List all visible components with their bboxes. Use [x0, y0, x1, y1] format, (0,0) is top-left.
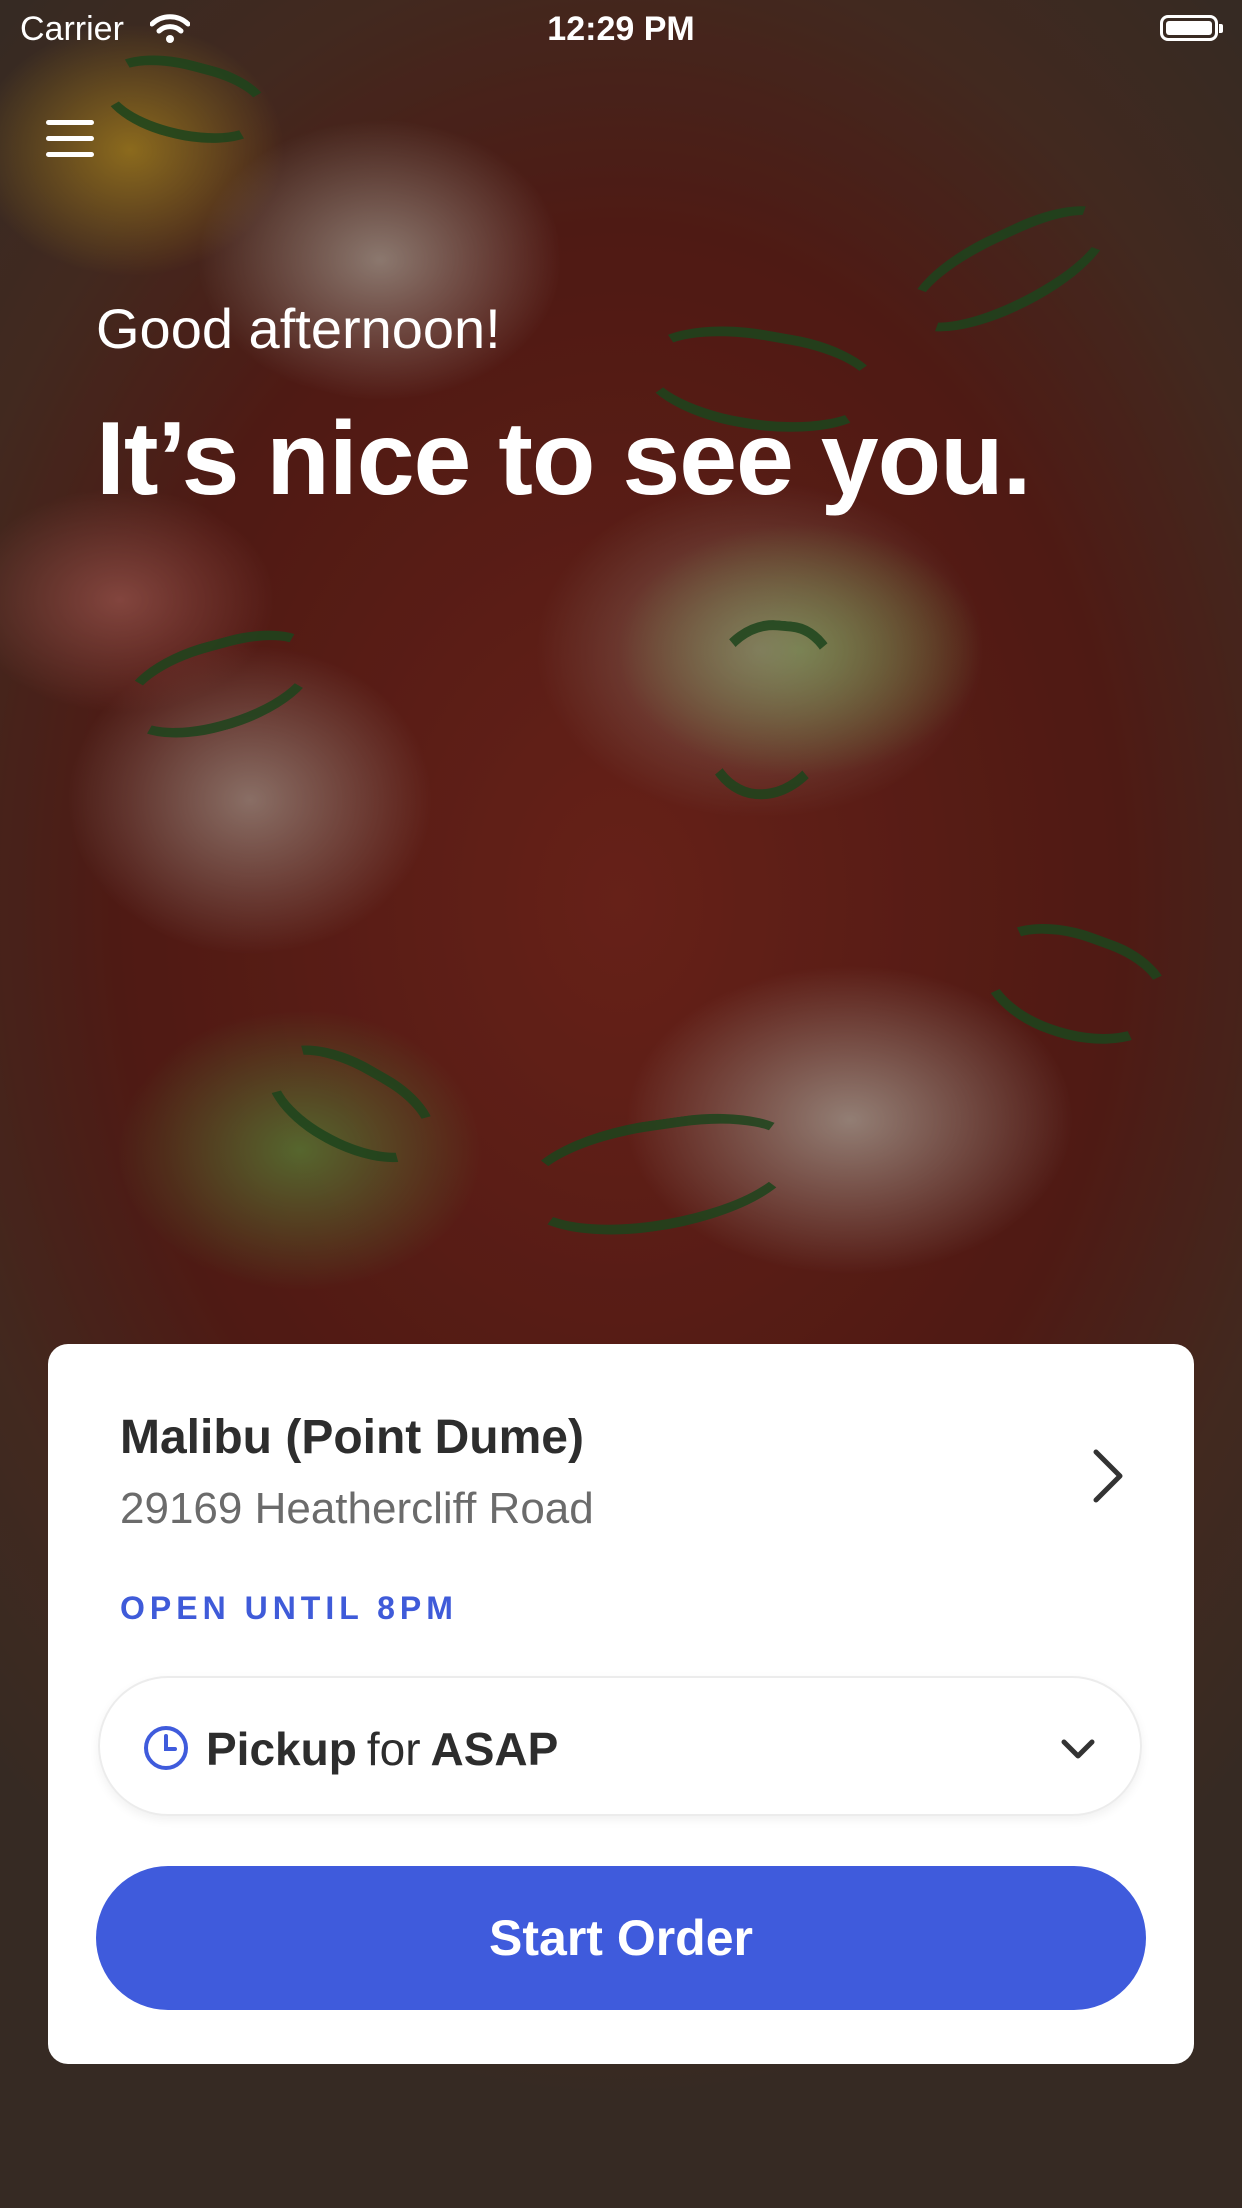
battery-icon — [1160, 15, 1223, 41]
greeting-text: Good afternoon! — [96, 297, 501, 360]
order-mode-text: Pickup for ASAP — [206, 1722, 558, 1776]
start-order-button[interactable]: Start Order — [96, 1866, 1146, 2010]
clock-time: 12:29 PM — [547, 10, 695, 48]
order-mode-selector[interactable]: Pickup for ASAP — [98, 1676, 1142, 1816]
location-address: 29169 Heathercliff Road — [120, 1484, 594, 1533]
location-name[interactable]: Malibu (Point Dume) — [120, 1410, 584, 1465]
order-mode-label: Pickup — [206, 1723, 357, 1775]
order-mode-connector: for — [366, 1723, 421, 1775]
chevron-right-icon[interactable] — [1086, 1446, 1130, 1506]
headline-text: It’s nice to see you. — [96, 401, 1032, 517]
clock-icon — [144, 1726, 188, 1770]
chevron-down-icon — [1061, 1739, 1095, 1759]
hamburger-menu-icon[interactable] — [46, 114, 98, 164]
order-time-label: ASAP — [430, 1723, 559, 1775]
status-bar: Carrier 12:29 PM — [0, 0, 1242, 60]
location-card: Malibu (Point Dume) 29169 Heathercliff R… — [48, 1344, 1194, 2064]
open-status-badge: OPEN UNTIL 8PM — [120, 1590, 458, 1626]
